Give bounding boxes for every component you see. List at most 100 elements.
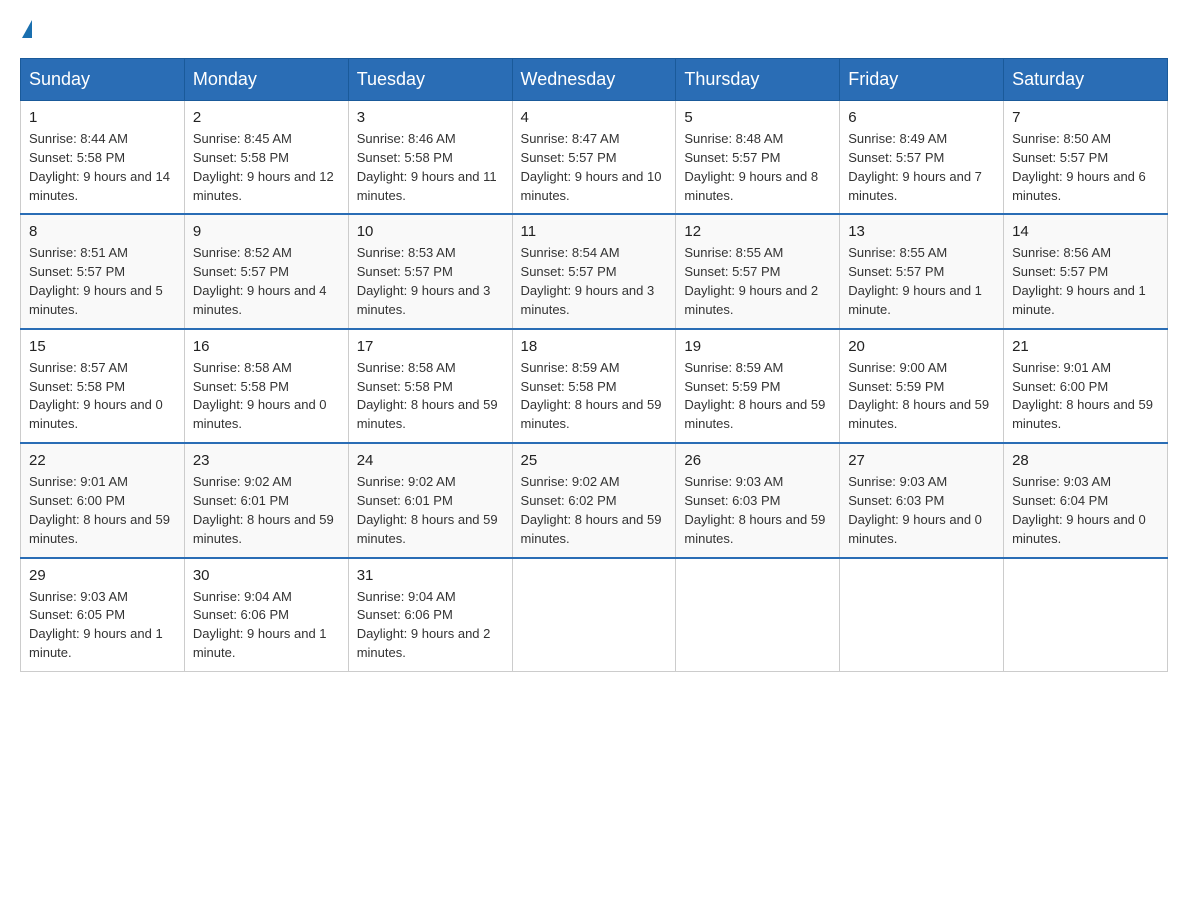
day-info: Sunrise: 8:57 AMSunset: 5:58 PMDaylight:… — [29, 359, 176, 434]
header-thursday: Thursday — [676, 59, 840, 101]
header — [20, 20, 1168, 38]
day-number: 1 — [29, 109, 176, 126]
calendar-cell: 16 Sunrise: 8:58 AMSunset: 5:58 PMDayligh… — [184, 329, 348, 443]
calendar-cell: 30 Sunrise: 9:04 AMSunset: 6:06 PMDayligh… — [184, 558, 348, 672]
header-wednesday: Wednesday — [512, 59, 676, 101]
calendar-cell: 4 Sunrise: 8:47 AMSunset: 5:57 PMDaylight… — [512, 101, 676, 215]
calendar-cell: 19Sunrise: 8:59 AMSunset: 5:59 PMDayligh… — [676, 329, 840, 443]
day-info: Sunrise: 8:44 AMSunset: 5:58 PMDaylight:… — [29, 130, 176, 205]
calendar-cell: 7 Sunrise: 8:50 AMSunset: 5:57 PMDaylight… — [1004, 101, 1168, 215]
day-number: 24 — [357, 452, 504, 469]
calendar-cell: 9 Sunrise: 8:52 AMSunset: 5:57 PMDaylight… — [184, 214, 348, 328]
header-saturday: Saturday — [1004, 59, 1168, 101]
calendar-cell: 24 Sunrise: 9:02 AMSunset: 6:01 PMDayligh… — [348, 443, 512, 557]
day-info: Sunrise: 9:03 AMSunset: 6:05 PMDaylight:… — [29, 588, 176, 663]
calendar-cell: 20 Sunrise: 9:00 AMSunset: 5:59 PMDayligh… — [840, 329, 1004, 443]
day-number: 28 — [1012, 452, 1159, 469]
calendar-cell: 25 Sunrise: 9:02 AMSunset: 6:02 PMDayligh… — [512, 443, 676, 557]
day-number: 16 — [193, 338, 340, 355]
day-info: Sunrise: 8:58 AMSunset: 5:58 PMDaylight:… — [357, 359, 504, 434]
calendar-cell: 18 Sunrise: 8:59 AMSunset: 5:58 PMDayligh… — [512, 329, 676, 443]
day-number: 22 — [29, 452, 176, 469]
day-info: Sunrise: 9:00 AMSunset: 5:59 PMDaylight:… — [848, 359, 995, 434]
calendar-cell: 2 Sunrise: 8:45 AMSunset: 5:58 PMDaylight… — [184, 101, 348, 215]
day-number: 20 — [848, 338, 995, 355]
day-number: 9 — [193, 223, 340, 240]
calendar-cell: 12 Sunrise: 8:55 AMSunset: 5:57 PMDayligh… — [676, 214, 840, 328]
day-info: Sunrise: 8:50 AMSunset: 5:57 PMDaylight:… — [1012, 130, 1159, 205]
day-number: 3 — [357, 109, 504, 126]
day-info: Sunrise: 9:02 AMSunset: 6:01 PMDaylight:… — [357, 473, 504, 548]
day-number: 23 — [193, 452, 340, 469]
day-info: Sunrise: 8:48 AMSunset: 5:57 PMDaylight:… — [684, 130, 831, 205]
day-info: Sunrise: 8:54 AMSunset: 5:57 PMDaylight:… — [521, 244, 668, 319]
calendar-table: SundayMondayTuesdayWednesdayThursdayFrid… — [20, 58, 1168, 672]
day-number: 12 — [684, 223, 831, 240]
calendar-cell — [1004, 558, 1168, 672]
calendar-cell: 10 Sunrise: 8:53 AMSunset: 5:57 PMDayligh… — [348, 214, 512, 328]
day-number: 21 — [1012, 338, 1159, 355]
calendar-week-row: 1 Sunrise: 8:44 AMSunset: 5:58 PMDaylight… — [21, 101, 1168, 215]
day-info: Sunrise: 9:02 AMSunset: 6:02 PMDaylight:… — [521, 473, 668, 548]
day-number: 6 — [848, 109, 995, 126]
header-sunday: Sunday — [21, 59, 185, 101]
day-info: Sunrise: 8:46 AMSunset: 5:58 PMDaylight:… — [357, 130, 504, 205]
day-number: 4 — [521, 109, 668, 126]
day-info: Sunrise: 9:04 AMSunset: 6:06 PMDaylight:… — [357, 588, 504, 663]
day-info: Sunrise: 9:02 AMSunset: 6:01 PMDaylight:… — [193, 473, 340, 548]
day-number: 18 — [521, 338, 668, 355]
calendar-cell: 11Sunrise: 8:54 AMSunset: 5:57 PMDayligh… — [512, 214, 676, 328]
day-info: Sunrise: 9:01 AMSunset: 6:00 PMDaylight:… — [1012, 359, 1159, 434]
logo-triangle-icon — [22, 20, 32, 38]
day-number: 2 — [193, 109, 340, 126]
day-info: Sunrise: 8:53 AMSunset: 5:57 PMDaylight:… — [357, 244, 504, 319]
day-info: Sunrise: 8:47 AMSunset: 5:57 PMDaylight:… — [521, 130, 668, 205]
day-number: 15 — [29, 338, 176, 355]
calendar-cell: 14Sunrise: 8:56 AMSunset: 5:57 PMDayligh… — [1004, 214, 1168, 328]
day-number: 5 — [684, 109, 831, 126]
calendar-cell — [512, 558, 676, 672]
day-number: 8 — [29, 223, 176, 240]
calendar-cell: 22 Sunrise: 9:01 AMSunset: 6:00 PMDayligh… — [21, 443, 185, 557]
day-info: Sunrise: 8:55 AMSunset: 5:57 PMDaylight:… — [848, 244, 995, 319]
calendar-cell: 3 Sunrise: 8:46 AMSunset: 5:58 PMDaylight… — [348, 101, 512, 215]
day-number: 25 — [521, 452, 668, 469]
calendar-cell: 1 Sunrise: 8:44 AMSunset: 5:58 PMDaylight… — [21, 101, 185, 215]
day-info: Sunrise: 8:51 AMSunset: 5:57 PMDaylight:… — [29, 244, 176, 319]
day-info: Sunrise: 8:59 AMSunset: 5:58 PMDaylight:… — [521, 359, 668, 434]
calendar-week-row: 15 Sunrise: 8:57 AMSunset: 5:58 PMDayligh… — [21, 329, 1168, 443]
day-info: Sunrise: 9:04 AMSunset: 6:06 PMDaylight:… — [193, 588, 340, 663]
calendar-week-row: 22 Sunrise: 9:01 AMSunset: 6:00 PMDayligh… — [21, 443, 1168, 557]
calendar-cell: 23 Sunrise: 9:02 AMSunset: 6:01 PMDayligh… — [184, 443, 348, 557]
calendar-cell: 28 Sunrise: 9:03 AMSunset: 6:04 PMDayligh… — [1004, 443, 1168, 557]
day-number: 27 — [848, 452, 995, 469]
calendar-cell: 21 Sunrise: 9:01 AMSunset: 6:00 PMDayligh… — [1004, 329, 1168, 443]
header-friday: Friday — [840, 59, 1004, 101]
day-info: Sunrise: 8:52 AMSunset: 5:57 PMDaylight:… — [193, 244, 340, 319]
day-number: 13 — [848, 223, 995, 240]
header-monday: Monday — [184, 59, 348, 101]
calendar-cell: 27 Sunrise: 9:03 AMSunset: 6:03 PMDayligh… — [840, 443, 1004, 557]
day-info: Sunrise: 9:03 AMSunset: 6:03 PMDaylight:… — [848, 473, 995, 548]
day-number: 31 — [357, 567, 504, 584]
day-info: Sunrise: 8:58 AMSunset: 5:58 PMDaylight:… — [193, 359, 340, 434]
day-number: 10 — [357, 223, 504, 240]
calendar-cell: 5 Sunrise: 8:48 AMSunset: 5:57 PMDaylight… — [676, 101, 840, 215]
calendar-cell: 13 Sunrise: 8:55 AMSunset: 5:57 PMDayligh… — [840, 214, 1004, 328]
calendar-cell: 17Sunrise: 8:58 AMSunset: 5:58 PMDayligh… — [348, 329, 512, 443]
day-info: Sunrise: 8:49 AMSunset: 5:57 PMDaylight:… — [848, 130, 995, 205]
calendar-week-row: 8 Sunrise: 8:51 AMSunset: 5:57 PMDaylight… — [21, 214, 1168, 328]
day-number: 30 — [193, 567, 340, 584]
day-info: Sunrise: 9:03 AMSunset: 6:03 PMDaylight:… — [684, 473, 831, 548]
header-tuesday: Tuesday — [348, 59, 512, 101]
day-info: Sunrise: 8:55 AMSunset: 5:57 PMDaylight:… — [684, 244, 831, 319]
calendar-cell: 8 Sunrise: 8:51 AMSunset: 5:57 PMDaylight… — [21, 214, 185, 328]
day-info: Sunrise: 9:03 AMSunset: 6:04 PMDaylight:… — [1012, 473, 1159, 548]
day-info: Sunrise: 8:56 AMSunset: 5:57 PMDaylight:… — [1012, 244, 1159, 319]
day-info: Sunrise: 9:01 AMSunset: 6:00 PMDaylight:… — [29, 473, 176, 548]
day-info: Sunrise: 8:45 AMSunset: 5:58 PMDaylight:… — [193, 130, 340, 205]
calendar-cell: 15 Sunrise: 8:57 AMSunset: 5:58 PMDayligh… — [21, 329, 185, 443]
calendar-cell — [676, 558, 840, 672]
day-number: 7 — [1012, 109, 1159, 126]
calendar-week-row: 29Sunrise: 9:03 AMSunset: 6:05 PMDayligh… — [21, 558, 1168, 672]
